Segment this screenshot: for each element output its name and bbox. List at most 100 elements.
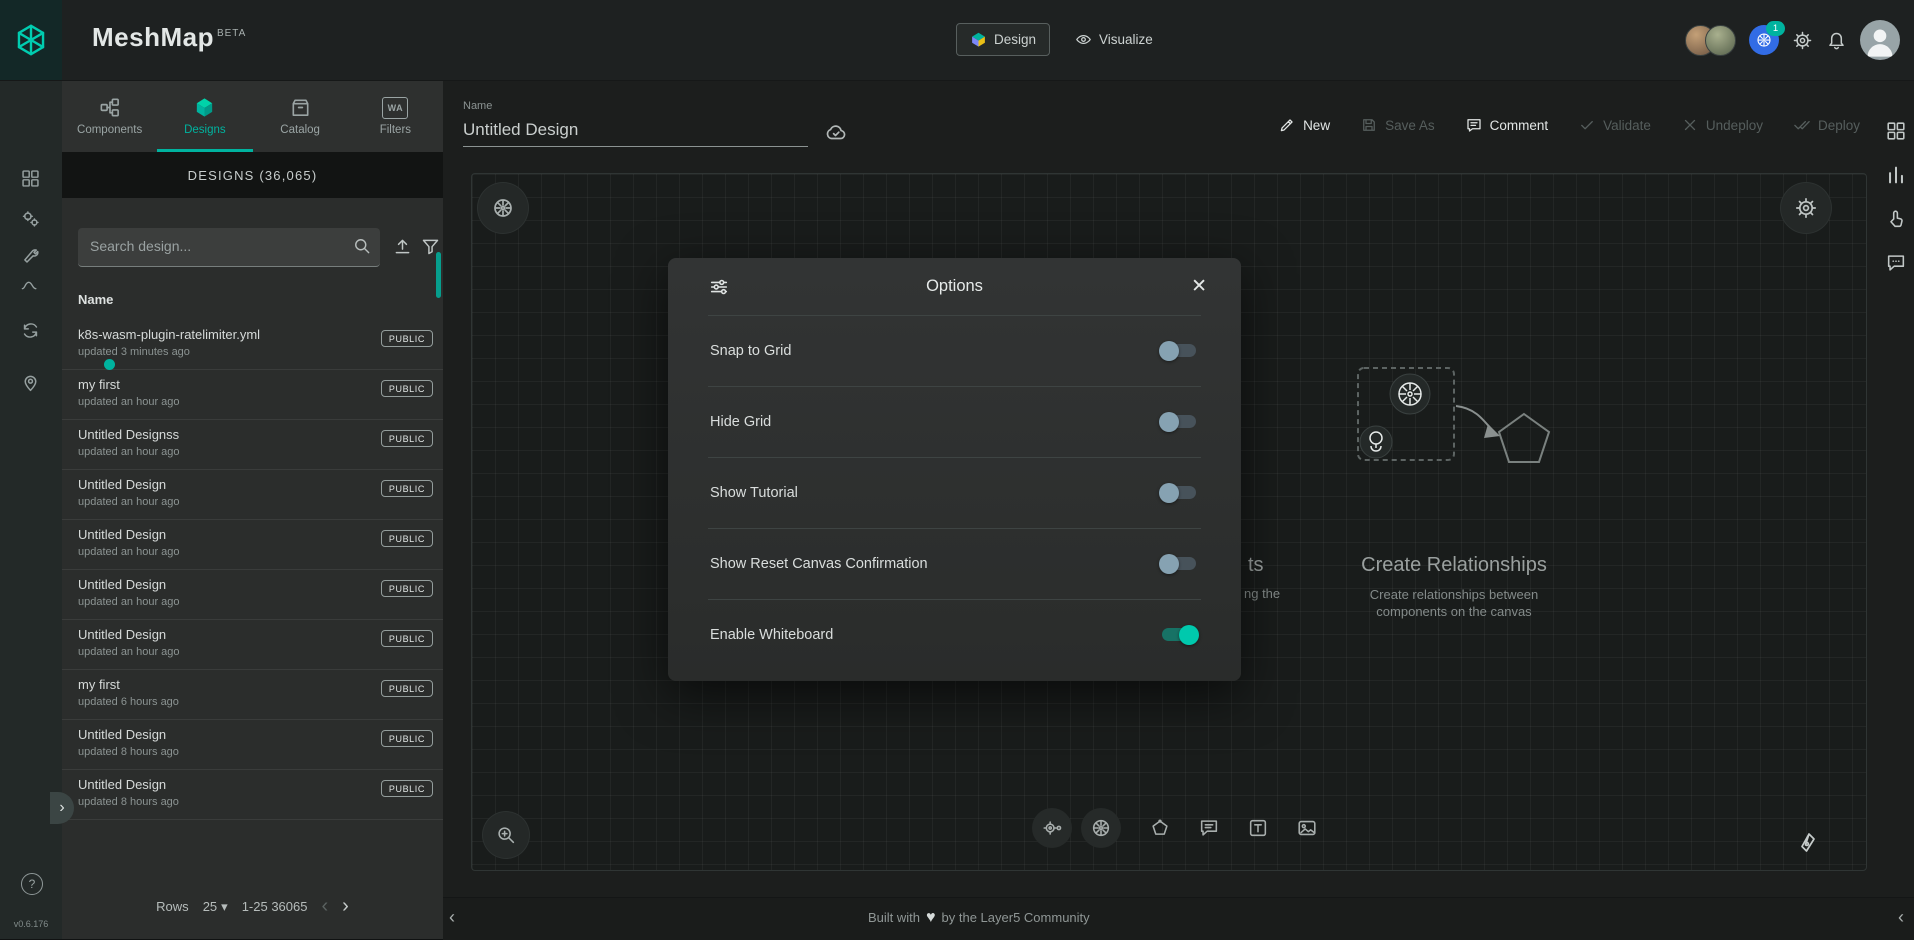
tab-components-label: Components	[77, 124, 142, 136]
visualize-mode-button[interactable]: Visualize	[1062, 24, 1166, 55]
gears-icon	[20, 208, 41, 229]
validate-button[interactable]: Validate	[1578, 116, 1651, 134]
designs-count-header: DESIGNS (36,065)	[62, 152, 443, 198]
comment-button[interactable]: Comment	[1465, 116, 1549, 134]
layer5-logo[interactable]	[0, 0, 62, 80]
tab-filters[interactable]: WA Filters	[348, 80, 443, 152]
search-icon[interactable]	[352, 236, 372, 256]
comment-tool-button[interactable]	[1189, 808, 1229, 848]
design-list-item[interactable]: Untitled Design updated 8 hours ago PUBL…	[62, 770, 443, 820]
option-toggle[interactable]	[1159, 341, 1199, 361]
kubernetes-tool-button[interactable]	[1081, 808, 1121, 848]
tab-designs[interactable]: Designs	[157, 80, 252, 152]
option-label: Enable Whiteboard	[710, 627, 833, 643]
design-name-input[interactable]	[463, 118, 808, 147]
app-version: v0.6.176	[0, 919, 62, 929]
design-list-item[interactable]: Untitled Design updated an hour ago PUBL…	[62, 470, 443, 520]
designs-panel: Components Designs Catalog WA Filters DE…	[62, 80, 443, 939]
design-list-item[interactable]: my first updated an hour ago PUBLIC	[62, 370, 443, 420]
rail-item-toolkit[interactable]	[20, 246, 41, 267]
design-list-item[interactable]: Untitled Designss updated an hour ago PU…	[62, 420, 443, 470]
design-list-item[interactable]: Untitled Design updated an hour ago PUBL…	[62, 620, 443, 670]
caret-down-icon: ▾	[221, 899, 228, 915]
dashboard-grid-icon	[20, 168, 41, 189]
rail-item-dashboard[interactable]	[20, 168, 41, 189]
previous-page-button[interactable]: ‹	[321, 895, 328, 918]
option-label: Hide Grid	[710, 414, 771, 430]
tab-components[interactable]: Components	[62, 80, 157, 152]
wasm-filters-icon: WA	[382, 97, 408, 119]
rail-item-sync[interactable]	[20, 320, 41, 341]
automation-tool-button[interactable]	[1032, 808, 1072, 848]
catalog-box-icon	[289, 96, 312, 119]
save-icon	[1360, 116, 1378, 134]
dock-chat-button[interactable]	[1885, 252, 1907, 274]
options-modal-title: Options	[668, 277, 1241, 296]
settings-gear-icon[interactable]	[1792, 30, 1813, 51]
panel-scrollbar-thumb[interactable]	[436, 252, 441, 298]
image-tool-button[interactable]	[1287, 808, 1327, 848]
design-list-item[interactable]: k8s-wasm-plugin-ratelimiter.yml updated …	[62, 320, 443, 370]
design-visibility-badge: PUBLIC	[381, 380, 433, 397]
sync-arrows-icon	[20, 320, 41, 341]
collapse-left-chevron[interactable]: ‹	[449, 907, 455, 928]
panel-tab-bar: Components Designs Catalog WA Filters	[62, 80, 443, 153]
design-updated-time: updated an hour ago	[78, 596, 180, 608]
collaborator-avatar-2[interactable]	[1705, 25, 1736, 56]
search-input[interactable]	[78, 228, 350, 264]
option-toggle[interactable]	[1159, 412, 1199, 432]
whiteboard-pen-button[interactable]	[1784, 818, 1834, 868]
option-row: Show Reset Canvas Confirmation	[668, 528, 1241, 599]
design-list-item[interactable]: Untitled Design updated an hour ago PUBL…	[62, 570, 443, 620]
rail-item-environment[interactable]	[20, 372, 41, 393]
design-name: Untitled Design	[78, 477, 180, 492]
kubernetes-context-button[interactable]: 1	[1749, 25, 1779, 55]
undeploy-button[interactable]: Undeploy	[1681, 116, 1763, 134]
import-design-icon[interactable]	[392, 236, 413, 257]
design-list-item[interactable]: Untitled Design updated 8 hours ago PUBL…	[62, 720, 443, 770]
dock-interaction-button[interactable]	[1885, 208, 1907, 230]
pagination-range: 1-25 36065	[242, 899, 308, 914]
tab-catalog[interactable]: Catalog	[253, 80, 348, 152]
design-updated-time: updated 6 hours ago	[78, 696, 179, 708]
shapes-tool-button[interactable]	[1140, 808, 1180, 848]
user-avatar[interactable]	[1860, 20, 1900, 60]
save-as-button[interactable]: Save As	[1360, 116, 1435, 134]
shapes-pentagon-icon	[1149, 817, 1171, 839]
deploy-button[interactable]: Deploy	[1793, 116, 1860, 134]
rows-per-page-label: Rows	[156, 899, 189, 914]
location-pin-icon	[20, 372, 41, 393]
rail-item-connections[interactable]	[20, 278, 39, 293]
option-toggle[interactable]	[1159, 483, 1199, 503]
kubernetes-wheel-icon	[1090, 817, 1112, 839]
option-toggle[interactable]	[1159, 625, 1199, 645]
tutorial-card-subtitle: Create relationships between components …	[1339, 586, 1569, 620]
rail-item-lifecycle[interactable]	[20, 208, 41, 229]
new-design-button[interactable]: New	[1278, 116, 1330, 134]
beta-tag: BETA	[217, 28, 246, 39]
design-visibility-badge: PUBLIC	[381, 780, 433, 797]
option-label: Snap to Grid	[710, 343, 791, 359]
collapse-right-chevron[interactable]: ‹	[1898, 907, 1904, 928]
zoom-button[interactable]	[483, 812, 529, 858]
canvas-tools-toolbar	[1032, 808, 1327, 848]
option-toggle[interactable]	[1159, 554, 1199, 574]
canvas-options-gear-button[interactable]	[1781, 183, 1831, 233]
text-tool-button[interactable]	[1238, 808, 1278, 848]
close-icon[interactable]: ✕	[1191, 275, 1207, 298]
design-mode-button[interactable]: Design	[956, 23, 1050, 56]
design-updated-time: updated 8 hours ago	[78, 746, 179, 758]
curve-icon	[20, 278, 39, 293]
design-list-item[interactable]: Untitled Design updated an hour ago PUBL…	[62, 520, 443, 570]
cloud-saved-icon	[824, 120, 848, 144]
next-page-button[interactable]: ›	[342, 895, 349, 918]
app-title: MeshMapBETA	[92, 22, 246, 53]
tutorial-card-title: Create Relationships	[1344, 554, 1564, 577]
notifications-bell-icon[interactable]	[1826, 30, 1847, 51]
dock-dashboard-button[interactable]	[1885, 120, 1907, 142]
rows-per-page-select[interactable]: 25 ▾	[203, 899, 228, 915]
design-list-item[interactable]: my first updated 6 hours ago PUBLIC	[62, 670, 443, 720]
help-button[interactable]: ?	[21, 873, 43, 895]
canvas-kubernetes-button[interactable]	[478, 183, 528, 233]
dock-charts-button[interactable]	[1885, 164, 1907, 186]
